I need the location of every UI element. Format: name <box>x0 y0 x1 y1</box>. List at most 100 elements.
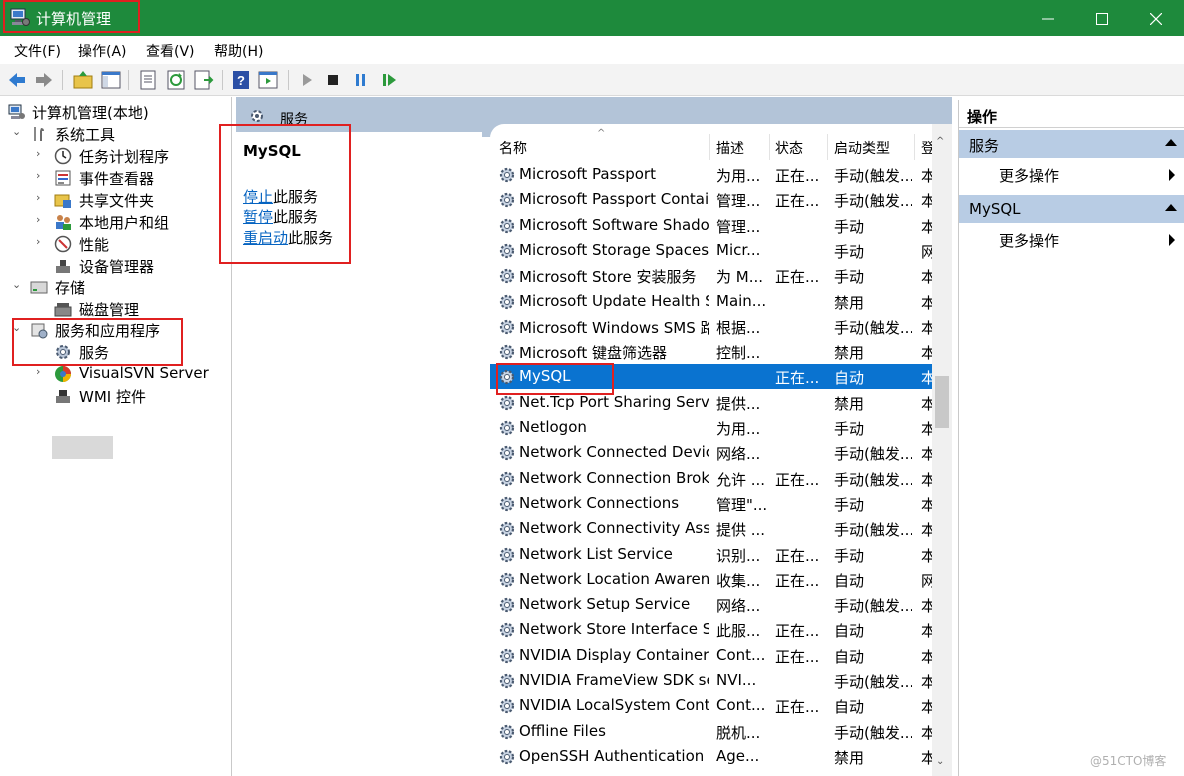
tree-item-device-manager[interactable]: 设备管理器 <box>0 255 230 277</box>
chevron-right-icon[interactable]: › <box>36 191 48 204</box>
more-actions-services[interactable]: 更多操作 <box>959 160 1184 186</box>
back-icon[interactable] <box>6 69 28 91</box>
service-gear-icon <box>499 522 515 537</box>
service-row[interactable]: Microsoft Passport 为用... 正在... 手动(触发... 本 <box>490 162 932 187</box>
service-name: Network Connections <box>519 493 680 512</box>
pause-service-icon[interactable] <box>350 69 372 91</box>
properties-icon[interactable] <box>137 69 159 91</box>
column-header-logon[interactable]: 登 <box>921 138 932 158</box>
help-icon[interactable]: ? <box>230 69 252 91</box>
scroll-up-icon[interactable]: ^ <box>936 136 944 147</box>
close-button[interactable] <box>1128 0 1184 36</box>
menu-action[interactable]: 操作(A) <box>78 41 127 61</box>
service-row[interactable]: Microsoft 键盘筛选器 控制... 禁用 本 <box>490 339 932 364</box>
service-row[interactable]: Microsoft Passport Container 管理... 正在... 手动… <box>490 187 932 212</box>
service-row[interactable]: OpenSSH Authentication ... Age... 禁用 本 <box>490 744 932 769</box>
service-row[interactable]: Microsoft Store 安装服务为 M... 正在... 手动 本 <box>490 263 932 288</box>
service-row[interactable]: Microsoft Storage Spaces S... Micr... 手动 网 <box>490 238 932 263</box>
service-row[interactable]: Network Store Interface Se... 此服... 正在... 自… <box>490 617 932 642</box>
service-row[interactable]: Netlogon 为用... 手动 本 <box>490 415 932 440</box>
chevron-down-icon[interactable]: ⌄ <box>12 125 24 138</box>
menu-help[interactable]: 帮助(H) <box>214 41 263 61</box>
service-description: 此服... <box>716 622 761 641</box>
chevron-right-icon[interactable]: › <box>36 169 48 182</box>
menu-view[interactable]: 查看(V) <box>146 41 195 61</box>
collapse-arrow-icon[interactable] <box>1165 204 1177 211</box>
refresh-icon[interactable] <box>165 69 187 91</box>
service-startup-type: 手动 <box>834 242 865 261</box>
tree-item-performance[interactable]: › 性能 <box>0 233 230 255</box>
scroll-down-icon[interactable]: ⌄ <box>936 756 944 767</box>
service-row[interactable]: Microsoft Update Health S... Main... 禁用 本 <box>490 289 932 314</box>
column-header-status[interactable]: 状态 <box>775 138 803 158</box>
stop-service-icon[interactable] <box>322 69 344 91</box>
service-row[interactable]: Network List Service 识别... 正在... 手动 本 <box>490 542 932 567</box>
service-row[interactable]: Network Connectivity Assis... 提供 ... 手动(触发… <box>490 516 932 541</box>
chevron-right-icon[interactable]: › <box>36 235 48 248</box>
collapse-arrow-icon[interactable] <box>1165 139 1177 146</box>
service-name: Net.Tcp Port Sharing Service <box>519 392 709 411</box>
submenu-arrow-icon <box>1169 169 1175 181</box>
chevron-down-icon[interactable]: ⌄ <box>12 278 24 291</box>
service-row[interactable]: Microsoft Software Shado... 管理... 手动 本 <box>490 213 932 238</box>
service-row[interactable]: Offline Files 脱机... 手动(触发... 本 <box>490 719 932 744</box>
scrollbar-thumb[interactable] <box>935 376 949 428</box>
tree-item-storage[interactable]: ⌄ 存储 <box>0 276 230 298</box>
tree-item-event-viewer[interactable]: › 事件查看器 <box>0 167 230 189</box>
maximize-button[interactable] <box>1074 0 1130 36</box>
actions-section-services[interactable]: 服务 <box>959 130 1184 158</box>
service-name: Microsoft Store 安装服务 <box>519 268 697 287</box>
service-description: 管理"... <box>716 495 768 514</box>
start-service-icon[interactable] <box>296 69 318 91</box>
up-folder-icon[interactable] <box>72 69 94 91</box>
column-separator[interactable] <box>914 134 915 160</box>
tree-item-disk-management[interactable]: 磁盘管理 <box>0 298 230 320</box>
column-separator[interactable] <box>827 134 828 160</box>
export-list-icon[interactable] <box>192 69 214 91</box>
service-row[interactable]: Network Connections 管理"... 手动 本 <box>490 491 932 516</box>
more-actions-mysql[interactable]: 更多操作 <box>959 225 1184 251</box>
restart-service-icon[interactable] <box>378 69 400 91</box>
service-name: Network List Service <box>519 544 673 563</box>
tree-item-shared-folders[interactable]: › 共享文件夹 <box>0 189 230 211</box>
vertical-scrollbar[interactable]: ^ ⌄ <box>932 124 952 776</box>
tree-item-wmi[interactable]: WMI 控件 <box>0 385 230 407</box>
show-hide-action-icon[interactable] <box>257 69 279 91</box>
tree-label-event-viewer: 事件查看器 <box>79 170 155 188</box>
tree-item-local-users[interactable]: › 本地用户和组 <box>0 211 230 233</box>
service-row[interactable]: Network Connected Devic... 网络... 手动(触发... 本 <box>490 440 932 465</box>
service-startup-type: 手动(触发... <box>834 445 912 464</box>
tree-item-task-scheduler[interactable]: › 任务计划程序 <box>0 145 230 167</box>
actions-section-mysql[interactable]: MySQL <box>959 195 1184 223</box>
actions-pane-header: 操作 <box>959 100 1184 128</box>
chevron-right-icon[interactable]: › <box>36 365 48 378</box>
column-header-startup-type[interactable]: 启动类型 <box>834 138 890 158</box>
column-separator[interactable] <box>769 134 770 160</box>
column-header-name[interactable]: 名称 <box>499 138 527 158</box>
service-row[interactable]: Network Connection Broker 允许 ... 正在... 手动(触… <box>490 466 932 491</box>
service-row[interactable]: NVIDIA FrameView SDK se... NVI... 手动(触发...… <box>490 668 932 693</box>
service-description: Cont... <box>716 645 766 664</box>
service-row[interactable]: Network Setup Service 网络... 手动(触发... 本 <box>490 592 932 617</box>
service-startup-type: 自动 <box>834 369 865 388</box>
forward-icon[interactable] <box>33 69 55 91</box>
service-row[interactable]: NVIDIA Display Container LS Cont... 正在... 自… <box>490 643 932 668</box>
column-separator[interactable] <box>709 134 710 160</box>
service-description: 控制... <box>716 344 761 363</box>
service-row[interactable]: Network Location Awarene... 收集... 正在... 自动 网 <box>490 567 932 592</box>
menu-file[interactable]: 文件(F) <box>14 41 61 61</box>
tree-item-root[interactable]: 计算机管理(本地) <box>0 101 230 123</box>
column-header-description[interactable]: 描述 <box>716 138 744 158</box>
tree-item-system-tools[interactable]: ⌄ 系统工具 <box>0 123 230 145</box>
chevron-right-icon[interactable]: › <box>36 147 48 160</box>
chevron-right-icon[interactable]: › <box>36 213 48 226</box>
service-logon: 本 <box>921 293 932 312</box>
service-status: 正在... <box>775 546 820 565</box>
tree-item-visualsvn[interactable]: › VisualSVN Server <box>0 363 230 385</box>
minimize-button[interactable] <box>1020 0 1076 36</box>
service-row[interactable]: NVIDIA LocalSystem Conta... Cont... 正在... 自… <box>490 693 932 718</box>
show-hide-tree-icon[interactable] <box>100 69 122 91</box>
service-gear-icon <box>499 167 515 183</box>
service-row[interactable]: Microsoft Windows SMS 路... 根据... 手动(触发... 本 <box>490 314 932 339</box>
title-bar: 计算机管理 <box>0 0 1184 36</box>
